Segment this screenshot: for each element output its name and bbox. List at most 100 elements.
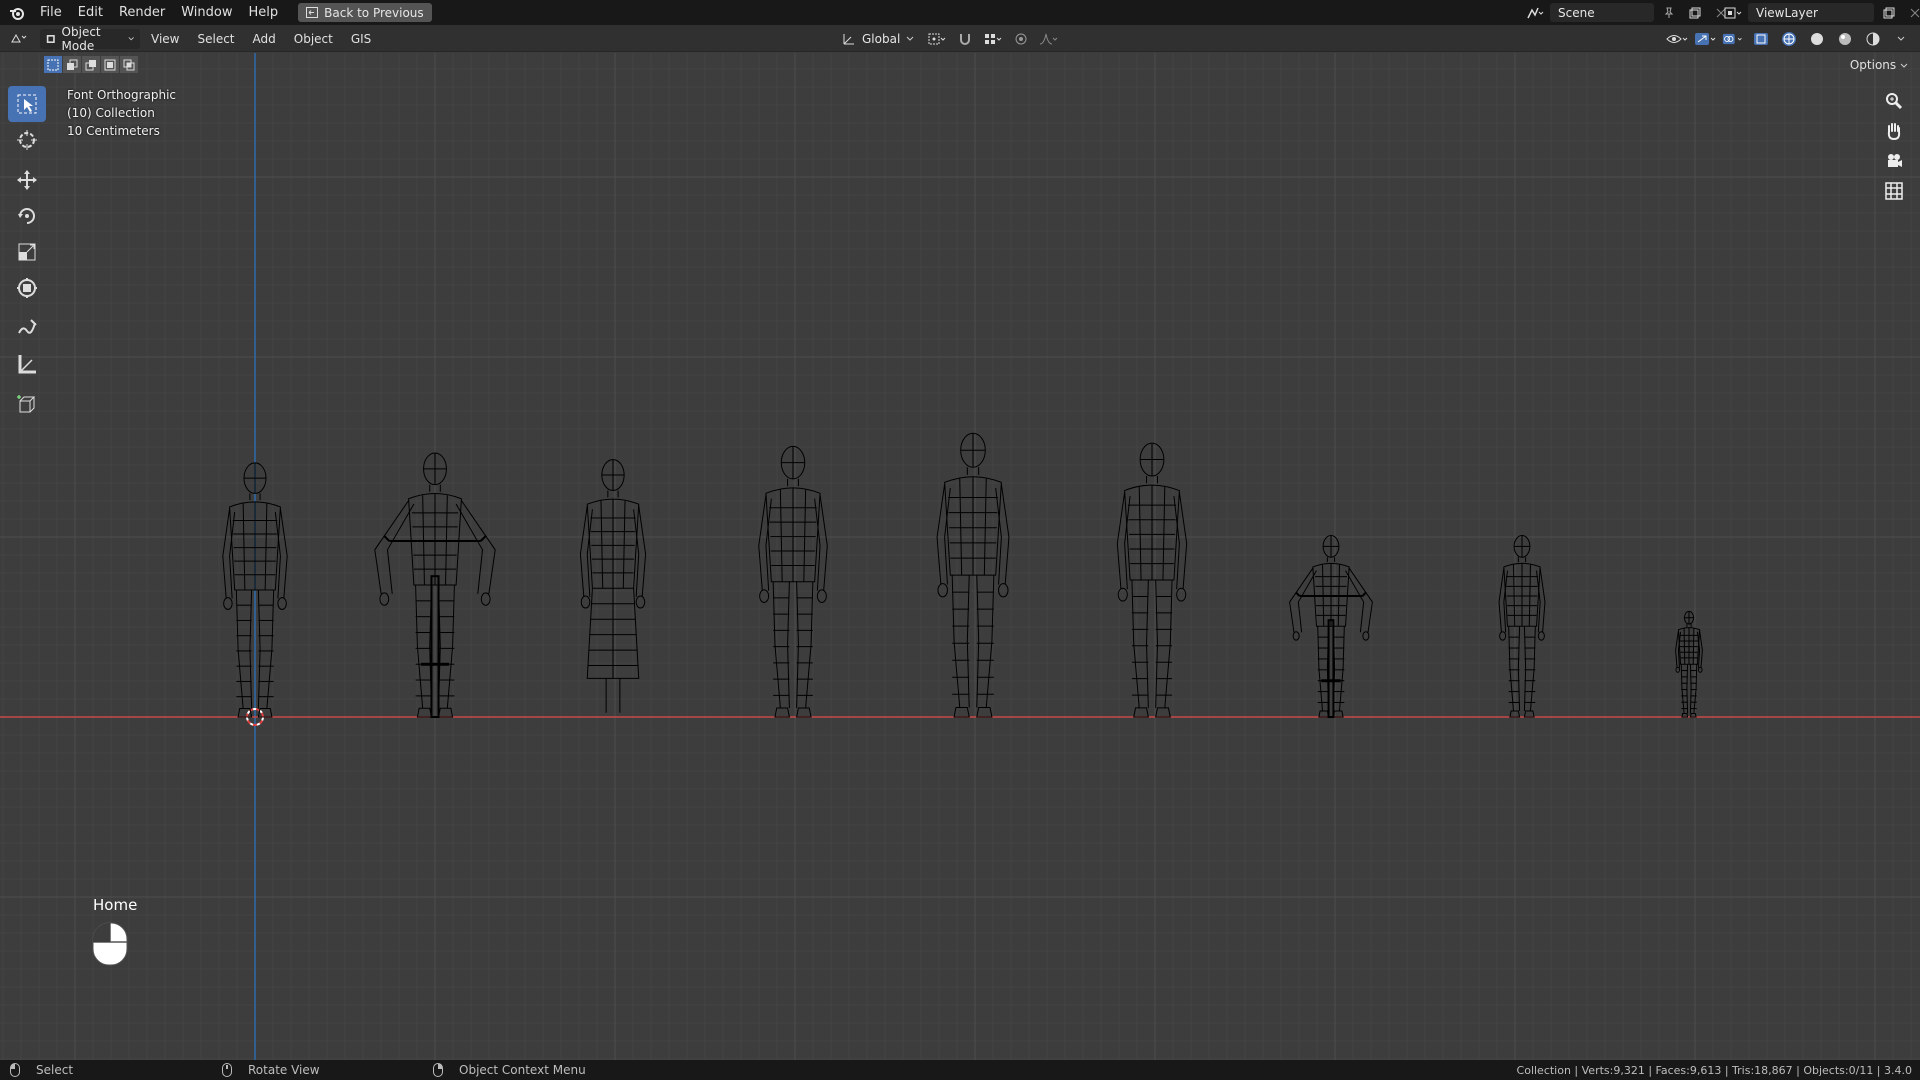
- proportional-edit-icon[interactable]: [1010, 29, 1032, 48]
- menu-object[interactable]: Object: [287, 32, 340, 46]
- back-label: Back to Previous: [324, 5, 424, 20]
- rotate-tool[interactable]: [8, 198, 46, 234]
- collection-label: (10) Collection: [67, 106, 155, 120]
- visibility-icon[interactable]: [1666, 29, 1688, 48]
- cursor-tool[interactable]: [8, 122, 46, 158]
- orientation-label: Global: [862, 31, 901, 46]
- scene-statistics: Collection | Verts:9,321 | Faces:9,613 |…: [1516, 1063, 1912, 1077]
- status-bar: Select Rotate View Object Context Menu C…: [0, 1060, 1920, 1080]
- menu-edit[interactable]: Edit: [70, 0, 111, 25]
- mouse-left-click-icon: [92, 922, 128, 966]
- add-cube-tool[interactable]: [8, 386, 46, 422]
- options-dropdown[interactable]: Options: [1846, 56, 1912, 74]
- transform-orientation-select[interactable]: Global: [836, 29, 920, 49]
- viewport-3d[interactable]: [0, 53, 1920, 1061]
- viewport-grid: [0, 53, 1920, 1061]
- camera-view-icon[interactable]: [1878, 148, 1910, 174]
- rendered-shading-icon[interactable]: [1862, 29, 1884, 48]
- key-hint-label: Home: [93, 896, 138, 914]
- scene-name-field[interactable]: Scene: [1550, 3, 1654, 22]
- walking-man-icon[interactable]: [758, 445, 828, 718]
- chevron-down-icon: [906, 36, 914, 41]
- object-mode-icon: [46, 34, 55, 43]
- zoom-icon[interactable]: [1878, 88, 1910, 114]
- walking-man-icon[interactable]: [1116, 442, 1188, 718]
- select-intersect-icon[interactable]: [120, 56, 138, 73]
- menu-window[interactable]: Window: [173, 0, 240, 25]
- viewport-header: Object Mode View Select Add Object GIS G…: [0, 25, 1920, 53]
- mouse-left-icon: [10, 1063, 20, 1077]
- xray-toggle-icon[interactable]: [1750, 29, 1772, 48]
- select-new-icon[interactable]: [44, 56, 62, 73]
- material-shading-icon[interactable]: [1834, 29, 1856, 48]
- mouse-middle-icon: [222, 1063, 232, 1077]
- child-walking-icon[interactable]: [1498, 535, 1546, 718]
- menu-view[interactable]: View: [144, 32, 186, 46]
- chevron-down-icon: [128, 36, 134, 40]
- options-label: Options: [1849, 58, 1897, 72]
- chevron-down-icon: [1900, 63, 1908, 68]
- scale-tool[interactable]: [8, 234, 46, 270]
- new-viewlayer-icon[interactable]: [1878, 3, 1900, 22]
- menu-add[interactable]: Add: [246, 32, 283, 46]
- editor-type-icon[interactable]: [6, 29, 36, 48]
- select-invert-icon[interactable]: [101, 56, 119, 73]
- gizmo-toggle-icon[interactable]: [1694, 29, 1716, 48]
- overlays-toggle-icon[interactable]: [1722, 29, 1744, 48]
- measure-tool[interactable]: [8, 346, 46, 382]
- scene-browse-icon[interactable]: [1524, 3, 1546, 22]
- viewlayer-name-field[interactable]: ViewLayer: [1748, 3, 1874, 22]
- annotate-tool[interactable]: [8, 310, 46, 346]
- move-icon: [17, 170, 37, 190]
- mode-select[interactable]: Object Mode: [40, 25, 140, 53]
- menu-file[interactable]: File: [32, 0, 70, 25]
- menu-help[interactable]: Help: [241, 0, 287, 25]
- pencil-icon: [18, 319, 37, 334]
- perspective-toggle-icon[interactable]: [1878, 178, 1910, 204]
- back-to-previous-button[interactable]: Back to Previous: [298, 3, 432, 22]
- snap-icon[interactable]: [954, 29, 976, 48]
- select-subtract-icon[interactable]: [82, 56, 100, 73]
- status-rotate-view: Rotate View: [248, 1063, 320, 1077]
- shading-options-chevron-icon[interactable]: [1890, 29, 1912, 48]
- pin-icon[interactable]: [1658, 3, 1680, 22]
- tool-shelf: [8, 86, 46, 422]
- viewlayer-browse-icon[interactable]: [1722, 3, 1744, 22]
- viewlayer-name: ViewLayer: [1756, 5, 1818, 20]
- pan-hand-icon[interactable]: [1878, 118, 1910, 144]
- scene-name: Scene: [1558, 5, 1595, 20]
- cursor-select-icon: [17, 94, 37, 114]
- scale-label: 10 Centimeters: [67, 124, 160, 138]
- mode-label: Object Mode: [61, 24, 101, 53]
- select-extend-icon[interactable]: [63, 56, 81, 73]
- viewlayer-selector: ViewLayer: [1722, 3, 1920, 22]
- 3d-cursor-icon: [17, 130, 37, 150]
- blender-logo-icon[interactable]: [6, 2, 28, 24]
- mouse-right-icon: [433, 1063, 443, 1077]
- solid-shading-icon[interactable]: [1806, 29, 1828, 48]
- scale-icon: [18, 243, 36, 261]
- delete-viewlayer-icon[interactable]: [1904, 3, 1920, 22]
- status-select: Select: [36, 1063, 74, 1077]
- menu-render[interactable]: Render: [111, 0, 173, 25]
- transform-tool[interactable]: [8, 270, 46, 306]
- view-name: Font Orthographic: [67, 88, 177, 102]
- new-scene-icon[interactable]: [1684, 3, 1706, 22]
- selection-mode-buttons: [44, 56, 138, 73]
- menu-select[interactable]: Select: [190, 32, 241, 46]
- wireframe-shading-icon[interactable]: [1778, 29, 1800, 48]
- snap-target-icon[interactable]: [982, 29, 1004, 48]
- transform-icon: [17, 278, 37, 298]
- rotate-icon: [18, 208, 35, 224]
- select-box-tool[interactable]: [8, 86, 46, 122]
- move-tool[interactable]: [8, 162, 46, 198]
- falloff-icon[interactable]: [1038, 29, 1060, 48]
- menu-gis[interactable]: GIS: [344, 32, 378, 46]
- standing-man-icon[interactable]: [936, 432, 1010, 718]
- child-cyclist-icon[interactable]: [1289, 535, 1373, 719]
- navigation-gizmo: [1878, 88, 1910, 204]
- woman-dress-icon[interactable]: [579, 459, 647, 713]
- scene-selector: Scene: [1524, 3, 1732, 22]
- pivot-point-icon[interactable]: [926, 29, 948, 48]
- top-bar: File Edit Render Window Help Back to Pre…: [0, 0, 1920, 25]
